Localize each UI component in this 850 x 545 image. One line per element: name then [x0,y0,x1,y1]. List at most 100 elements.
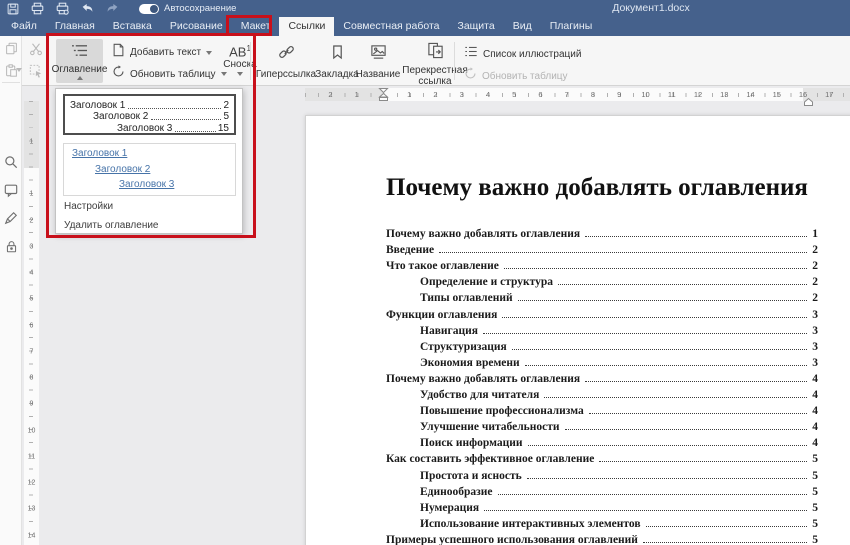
toc-leader-dots [498,494,808,495]
print-icon[interactable] [31,2,44,15]
toc-entry[interactable]: Повышение профессионализма 4 [386,401,818,417]
menu-tab[interactable]: Главная [46,17,104,36]
caption-button[interactable]: Название [356,44,400,80]
menu-tab[interactable]: Вставка [104,17,161,36]
cross-reference-icon [427,42,444,64]
menu-tab[interactable]: Файл [2,17,46,36]
document-heading[interactable]: Почему важно добавлять оглавления [386,174,826,202]
chevron-up-icon [77,76,83,80]
toc-entry[interactable]: Примеры успешного использования оглавлен… [386,530,818,545]
toc-entry-page: 5 [810,486,818,498]
toc-entry[interactable]: Единообразие 5 [386,482,818,498]
menu-tab[interactable]: Защита [448,17,503,36]
footnote-label: Сноска [223,59,256,70]
toc-entry[interactable]: Функции оглавления 3 [386,304,818,320]
bookmark-button[interactable]: Закладка [316,44,358,80]
toc-entry[interactable]: Как составить эффективное оглавление 5 [386,449,818,465]
document-page[interactable]: Почему важно добавлять оглавления Почему… [305,115,850,545]
toc-entry[interactable]: Что такое оглавление 2 [386,256,818,272]
update-table-button[interactable]: Обновить таблицу [112,65,227,83]
menu-tab[interactable]: Рисование [161,17,232,36]
toc-entry[interactable]: Навигация 3 [386,321,818,337]
track-changes-icon[interactable] [3,210,19,226]
toc-entry-label: Простота и ясность [420,470,522,482]
heading-link[interactable]: Заголовок 3 [119,179,174,190]
right-indent-marker[interactable] [804,93,813,111]
cross-reference-button[interactable]: Перекрестная ссылка [404,42,466,86]
toc-leader-dots [646,526,807,527]
document-toc-field[interactable]: Почему важно добавлять оглавления 1 Введ… [386,224,818,545]
menu-tab[interactable]: Вид [504,17,541,36]
toc-leader-dots [525,365,807,366]
copy-icon[interactable] [3,40,19,56]
toc-entry[interactable]: Введение 2 [386,240,818,256]
toc-entry-label: Поиск информации [420,437,523,449]
toc-entry[interactable]: Почему важно добавлять оглавления 1 [386,224,818,240]
cross-reference-label-line2: ссылка [418,77,451,86]
toc-entry-label: Почему важно добавлять оглавления [386,373,580,385]
toc-leader-dots [518,300,807,301]
search-icon[interactable] [3,154,19,170]
table-of-contents-button[interactable]: Оглавление [56,39,103,83]
redo-icon[interactable] [106,2,119,15]
toc-entry[interactable]: Структуризация 3 [386,337,818,353]
preview-page: 2 [223,100,229,111]
footnote-icon: AB1 [229,42,251,59]
toc-entry[interactable]: Поиск информации 4 [386,433,818,449]
toc-entry[interactable]: Экономия времени 3 [386,353,818,369]
toc-entry-page: 3 [810,309,818,321]
horizontal-ruler[interactable]: 211234567891011121314151617 [305,88,850,101]
toc-entry[interactable]: Использование интерактивных элементов 5 [386,514,818,530]
toc-entry[interactable]: Типы оглавлений 2 [386,288,818,304]
quick-print-icon[interactable] [56,2,69,15]
undo-icon[interactable] [81,2,94,15]
menu-tab[interactable]: Макет [232,17,280,36]
toc-entry-page: 4 [810,405,818,417]
illustrations-list-button[interactable]: Список иллюстраций [464,45,581,63]
refresh-icon [112,65,125,83]
toc-leader-dots [643,542,807,543]
select-icon[interactable] [28,63,44,79]
toc-entry[interactable]: Простота и ясность 5 [386,465,818,481]
toc-leader-dots [527,478,807,479]
document-title: Документ1.docx [612,0,690,17]
heading-link[interactable]: Заголовок 2 [95,164,150,175]
autosave-label: Автосохранение [164,3,236,14]
toc-entry[interactable]: Улучшение читабельности 4 [386,417,818,433]
cut-icon[interactable] [28,41,44,57]
toc-remove-item[interactable]: Удалить оглавление [64,220,159,231]
vertical-ruler[interactable]: 11234567891011121314 [24,101,39,545]
indent-marker[interactable] [378,88,389,106]
hyperlink-button[interactable]: Гиперссылка [258,44,314,80]
toc-icon [71,43,88,63]
toc-entry-label: Примеры успешного использования оглавлен… [386,534,638,545]
comments-icon[interactable] [3,182,19,198]
lock-icon[interactable] [3,238,19,254]
toc-leader-dots [585,381,807,382]
save-icon[interactable] [6,2,19,15]
toc-entry[interactable]: Почему важно добавлять оглавления 4 [386,369,818,385]
menu-tab[interactable]: Совместная работа [334,17,448,36]
heading-link[interactable]: Заголовок 1 [72,148,127,159]
menu-bar: Файл Главная Вставка Рисование Макет Ссы… [0,17,850,36]
autosave-toggle[interactable] [139,4,159,14]
toc-entry-label: Почему важно добавлять оглавления [386,228,580,240]
group-separator [250,42,251,80]
update-table-disabled-button[interactable]: Обновить таблицу [464,67,568,85]
toc-entry-page: 5 [810,534,818,545]
preview-leader-dots [175,131,216,132]
menu-tab[interactable]: Ссылки [279,17,334,36]
toc-entry[interactable]: Нумерация 5 [386,498,818,514]
toc-entry-page: 2 [810,292,818,304]
toc-style-preview-option[interactable]: Заголовок 1 2 Заголовок 2 5 Заголовок 3 … [63,94,236,135]
autosave-control: Автосохранение [139,3,236,14]
toc-links-style-option[interactable]: Заголовок 1 Заголовок 2 Заголовок 3 [63,143,236,196]
toc-entry[interactable]: Определение и структура 2 [386,272,818,288]
toc-entry-page: 4 [810,421,818,433]
toc-entry[interactable]: Удобство для читателя 4 [386,385,818,401]
menu-tab[interactable]: Плагины [541,17,602,36]
add-text-button[interactable]: Добавить текст [112,43,212,62]
toc-settings-item[interactable]: Настройки [64,201,113,212]
left-sidebar [0,36,22,545]
toc-leader-dots [484,510,807,511]
